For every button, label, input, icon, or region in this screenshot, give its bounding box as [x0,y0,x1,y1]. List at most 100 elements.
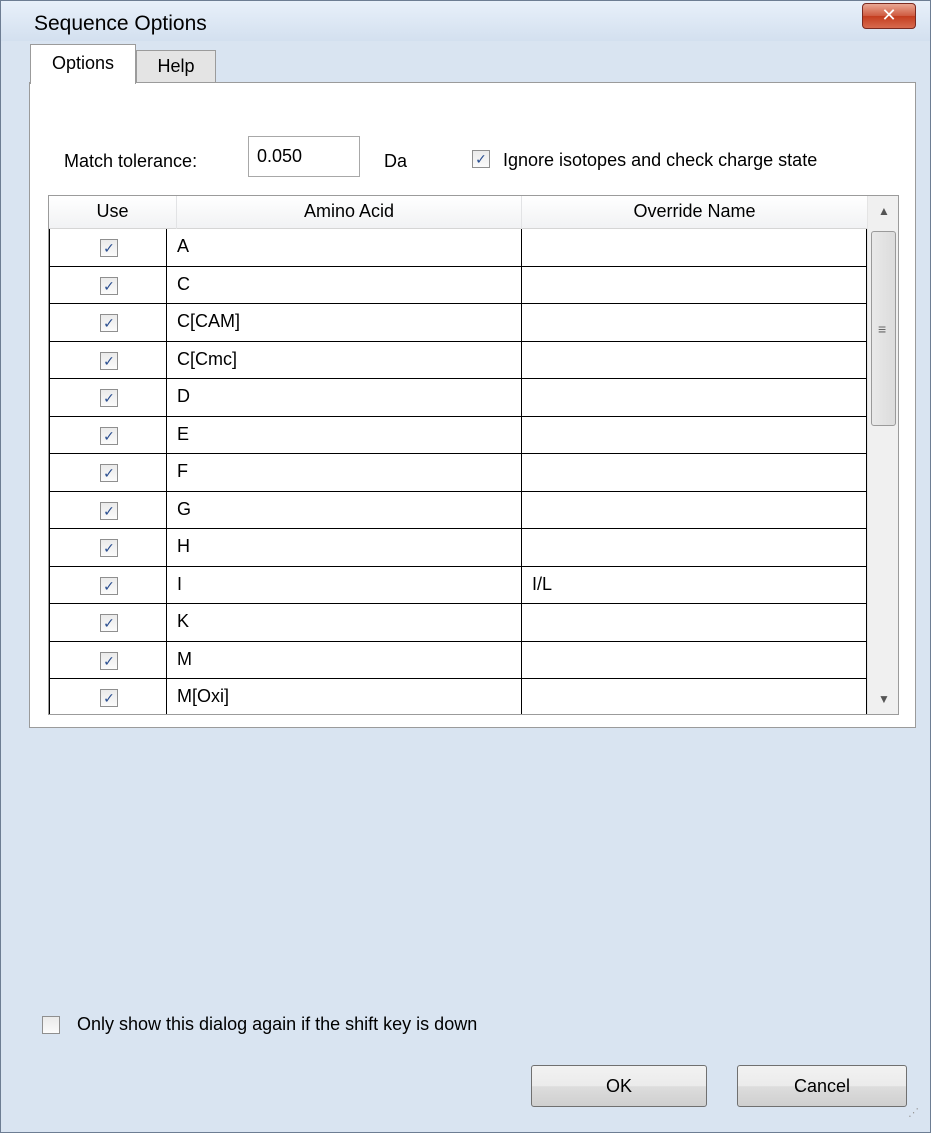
checkmark-icon: ✓ [103,390,115,406]
cell-use[interactable]: ✓ [49,229,167,267]
ignore-isotopes-label[interactable]: Ignore isotopes and check charge state [503,150,817,171]
match-tolerance-input[interactable]: 0.050 [248,136,360,177]
cell-override-name[interactable] [522,341,867,379]
use-checkbox[interactable]: ✓ [100,426,118,445]
use-checkbox[interactable]: ✓ [100,539,118,557]
cell-use[interactable]: ✓ [49,304,167,342]
cell-use[interactable]: ✓ [49,491,167,529]
cell-amino-acid[interactable]: C[Cmc] [167,341,522,379]
tab-options[interactable]: Options [30,44,136,84]
use-checkbox[interactable]: ✓ [100,501,118,520]
scroll-up-icon[interactable]: ▲ [868,196,898,226]
cell-amino-acid[interactable]: C[CAM] [167,304,522,342]
cell-use[interactable]: ✓ [49,416,167,454]
column-header-use[interactable]: Use [49,196,177,229]
cell-override-name[interactable] [522,604,867,642]
amino-acid-grid: Use Amino Acid Override Name ✓ A ✓ C ✓ C[CAM]… [48,195,899,715]
checkmark-icon: ✓ [103,652,115,669]
checkmark-icon: ✓ [103,540,115,556]
cell-amino-acid[interactable]: F [167,454,522,492]
use-checkbox[interactable]: ✓ [100,314,118,332]
cell-amino-acid[interactable]: M[Oxi] [167,679,522,714]
use-checkbox[interactable]: ✓ [100,276,118,295]
cell-use[interactable]: ✓ [49,454,167,492]
cell-override-name[interactable]: I/L [522,566,867,604]
cell-override-name[interactable] [522,529,867,567]
cell-amino-acid[interactable]: C [167,266,522,304]
cell-use[interactable]: ✓ [49,379,167,417]
use-checkbox[interactable]: ✓ [100,464,118,482]
tab-help[interactable]: Help [136,50,216,83]
checkmark-icon: ✓ [103,277,115,294]
cell-override-name[interactable] [522,454,867,492]
cancel-button[interactable]: Cancel [737,1065,907,1107]
checkmark-icon: ✓ [103,502,115,519]
cell-amino-acid[interactable]: K [167,604,522,642]
scrollbar-thumb[interactable]: ≡ [871,231,896,426]
cell-override-name[interactable] [522,679,867,714]
shift-key-label[interactable]: Only show this dialog again if the shift… [77,1014,477,1035]
cell-override-name[interactable] [522,304,867,342]
table-row[interactable]: ✓ C[CAM] [49,304,867,342]
cell-override-name[interactable] [522,641,867,679]
cell-amino-acid[interactable]: H [167,529,522,567]
cell-use[interactable]: ✓ [49,679,167,714]
column-header-override-name[interactable]: Override Name [522,196,867,229]
table-row[interactable]: ✓ I I/L [49,566,867,604]
table-row[interactable]: ✓ F [49,454,867,492]
cell-use[interactable]: ✓ [49,266,167,304]
window-title: Sequence Options [34,12,207,35]
grip-icon: ≡ [878,321,887,337]
table-row[interactable]: ✓ A [49,229,867,267]
checkmark-icon: ✓ [103,427,115,444]
table-row[interactable]: ✓ D [49,379,867,417]
table-row[interactable]: ✓ C[Cmc] [49,341,867,379]
use-checkbox[interactable]: ✓ [100,389,118,407]
cell-amino-acid[interactable]: M [167,641,522,679]
use-checkbox[interactable]: ✓ [100,239,118,257]
column-header-amino-acid[interactable]: Amino Acid [177,196,522,229]
table-row[interactable]: ✓ K [49,604,867,642]
cell-override-name[interactable] [522,266,867,304]
checkmark-icon: ✓ [475,151,487,167]
ignore-isotopes-checkbox[interactable]: ✓ [472,150,490,168]
table-row[interactable]: ✓ H [49,529,867,567]
cell-amino-acid[interactable]: I [167,566,522,604]
table-row[interactable]: ✓ M[Oxi] [49,679,867,714]
ok-button[interactable]: OK [531,1065,707,1107]
table-row[interactable]: ✓ E [49,416,867,454]
cell-use[interactable]: ✓ [49,529,167,567]
use-checkbox[interactable]: ✓ [100,689,118,707]
table-row[interactable]: ✓ M [49,641,867,679]
scroll-down-icon[interactable]: ▼ [868,684,898,714]
cell-use[interactable]: ✓ [49,341,167,379]
grid-rows: ✓ A ✓ C ✓ C[CAM] ✓ C[Cmc] ✓ D ✓ E ✓ F ✓ G ✓ H ✓ I I/L ✓ K ✓ M ✓ M[… [49,229,867,714]
cell-amino-acid[interactable]: G [167,491,522,529]
use-checkbox[interactable]: ✓ [100,614,118,632]
checkmark-icon: ✓ [103,315,115,331]
unit-label: Da [384,151,408,171]
table-row[interactable]: ✓ G [49,491,867,529]
cell-use[interactable]: ✓ [49,641,167,679]
cell-override-name[interactable] [522,491,867,529]
shift-key-checkbox[interactable] [42,1016,60,1034]
resize-grip-icon[interactable]: ⋰ [908,1108,919,1119]
use-checkbox[interactable]: ✓ [100,351,118,370]
checkmark-icon: ✓ [103,615,115,631]
cell-amino-acid[interactable]: D [167,379,522,417]
cell-override-name[interactable] [522,379,867,417]
cell-use[interactable]: ✓ [49,604,167,642]
cell-amino-acid[interactable]: A [167,229,522,267]
table-row[interactable]: ✓ C [49,266,867,304]
close-icon: ✕ [881,5,897,25]
vertical-scrollbar[interactable]: ▲ ≡ ▼ [867,196,898,714]
use-checkbox[interactable]: ✓ [100,576,118,595]
cell-override-name[interactable] [522,229,867,267]
cell-amino-acid[interactable]: E [167,416,522,454]
title-bar[interactable]: Sequence Options ✕ [1,1,930,41]
cell-use[interactable]: ✓ [49,566,167,604]
use-checkbox[interactable]: ✓ [100,651,118,670]
cell-override-name[interactable] [522,416,867,454]
match-tolerance-label: Match tolerance: [64,151,198,171]
close-button[interactable]: ✕ [862,3,916,29]
